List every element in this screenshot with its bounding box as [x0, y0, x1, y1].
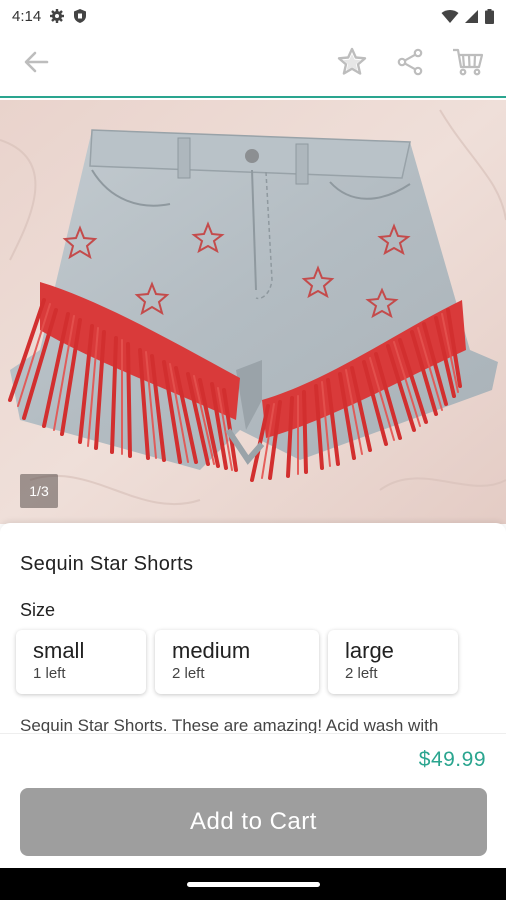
- signal-icon: [465, 9, 479, 24]
- product-description: Sequin Star Shorts. These are amazing! A…: [20, 716, 439, 733]
- product-title: Sequin Star Shorts: [20, 553, 194, 575]
- back-button[interactable]: [16, 44, 56, 84]
- home-gesture-handle[interactable]: [187, 882, 320, 887]
- size-option-large[interactable]: large 2 left: [328, 630, 458, 694]
- cart-icon: [452, 47, 484, 82]
- share-icon: [396, 48, 424, 81]
- battery-icon: [485, 8, 494, 24]
- size-stock: 2 left: [172, 665, 205, 682]
- purchase-footer: $49.99 Add to Cart: [0, 733, 506, 868]
- system-nav-bar: [0, 868, 506, 900]
- star-icon: [336, 46, 368, 83]
- size-name: medium: [172, 638, 251, 663]
- product-details-sheet: Sequin Star Shorts Size small 1 left med…: [0, 523, 506, 733]
- status-time: 4:14: [12, 7, 42, 25]
- size-label: Size: [20, 600, 56, 620]
- arrow-left-icon: [22, 48, 50, 81]
- share-button[interactable]: [392, 46, 428, 82]
- size-option-medium[interactable]: medium 2 left: [155, 630, 319, 694]
- product-image[interactable]: [0, 100, 506, 524]
- size-option-small[interactable]: small 1 left: [16, 630, 146, 694]
- app-bar: [0, 32, 506, 98]
- settings-gear-icon: [49, 8, 65, 24]
- size-name: large: [345, 638, 394, 663]
- size-stock: 2 left: [345, 665, 378, 682]
- shield-icon: [73, 8, 87, 24]
- wifi-icon: [441, 9, 459, 24]
- size-name: small: [33, 638, 85, 663]
- add-to-cart-button[interactable]: Add to Cart: [20, 788, 487, 856]
- product-price: $49.99: [418, 748, 486, 771]
- favorite-button[interactable]: [334, 46, 370, 82]
- cart-button[interactable]: [450, 46, 486, 82]
- size-stock: 1 left: [33, 665, 66, 682]
- image-page-indicator: 1/3: [20, 474, 58, 508]
- size-options: small 1 left medium 2 left large 2 left: [16, 630, 458, 694]
- status-bar: 4:14: [0, 0, 506, 32]
